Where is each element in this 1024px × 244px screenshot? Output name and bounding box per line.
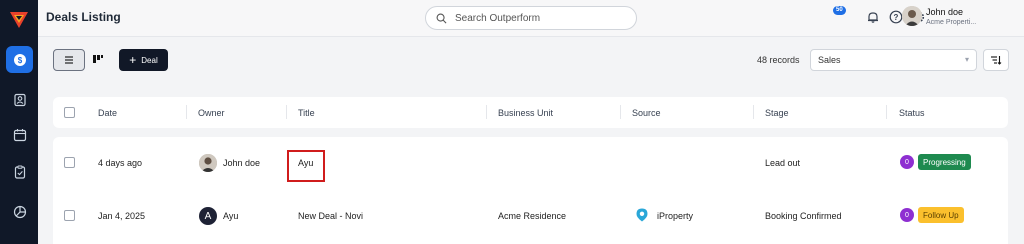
contacts-icon (13, 93, 26, 106)
bell-icon (868, 12, 878, 23)
column-divider (753, 105, 754, 119)
owner-avatar-image (199, 154, 217, 172)
column-divider (286, 105, 287, 119)
column-divider (186, 105, 187, 119)
column-divider (620, 105, 621, 119)
row-date: Jan 4, 2025 (98, 211, 146, 221)
filter-icon (991, 56, 1002, 65)
row-stage: Lead out (765, 158, 801, 168)
column-header-stage[interactable]: Stage (765, 108, 789, 118)
svg-text:$: $ (17, 56, 22, 65)
owner-avatar (199, 154, 217, 172)
plus-icon: + (129, 53, 137, 67)
status-badge[interactable]: Follow Up (918, 207, 964, 223)
row-source: iProperty (657, 211, 694, 221)
select-all-checkbox[interactable] (64, 107, 75, 118)
user-avatar[interactable] (902, 6, 922, 26)
column-filter-button[interactable] (983, 49, 1009, 71)
search-icon (436, 13, 447, 23)
notification-button[interactable] (866, 10, 880, 24)
activity-count-badge: 0 (900, 155, 914, 169)
calendar-icon (13, 128, 26, 141)
column-divider (886, 105, 887, 119)
owner-avatar: A (199, 207, 217, 225)
column-header-status[interactable]: Status (899, 108, 925, 118)
records-count: 48 records (757, 55, 800, 65)
sidebar-item-tasks[interactable] (6, 158, 33, 185)
add-deal-label: Deal (141, 55, 158, 65)
clipboard-icon (14, 165, 25, 179)
user-avatar-image (902, 6, 922, 26)
list-view-button[interactable] (53, 49, 85, 71)
row-stage: Booking Confirmed (765, 211, 842, 221)
search-box[interactable] (425, 6, 637, 30)
user-company: Acme Properti... (926, 19, 977, 26)
sidebar-item-reports[interactable] (6, 198, 33, 225)
row-owner[interactable]: John doe (223, 158, 260, 168)
sidebar-item-deals[interactable]: $ (6, 46, 33, 73)
dollar-icon: $ (13, 53, 26, 66)
column-header-owner[interactable]: Owner (198, 108, 225, 118)
help-button[interactable]: ? (889, 10, 903, 24)
kanban-icon (93, 55, 103, 63)
sidebar: $ (0, 0, 38, 244)
column-header-title[interactable]: Title (298, 108, 315, 118)
highlight-box (287, 150, 325, 182)
table-header: Date Owner Title Business Unit Source St… (53, 97, 1008, 128)
add-deal-button[interactable]: + Deal (119, 49, 168, 71)
table-body: 4 days ago John doe Ayu Lead out 0 Progr… (53, 137, 1008, 244)
column-header-date[interactable]: Date (98, 108, 117, 118)
column-header-source[interactable]: Source (632, 108, 661, 118)
row-business-unit: Acme Residence (498, 211, 567, 221)
page-title: Deals Listing (46, 10, 121, 24)
activity-count-badge: 0 (900, 208, 914, 222)
svg-text:?: ? (894, 13, 899, 22)
chevron-down-icon: ▾ (964, 55, 969, 64)
iproperty-icon (636, 208, 648, 222)
column-header-business-unit[interactable]: Business Unit (498, 108, 553, 118)
notification-badge: 50 (833, 6, 846, 15)
row-checkbox[interactable] (64, 210, 75, 221)
row-title[interactable]: New Deal - Novi (298, 211, 363, 221)
list-icon (65, 56, 73, 64)
search-input[interactable] (455, 12, 615, 24)
pie-chart-icon (13, 205, 26, 218)
help-icon: ? (889, 10, 903, 24)
app-logo[interactable] (9, 10, 29, 30)
kanban-view-button[interactable] (91, 52, 105, 66)
pipeline-select[interactable]: Sales ▾ (810, 49, 977, 71)
user-name[interactable]: John doe (926, 7, 963, 17)
sidebar-item-calendar[interactable] (6, 121, 33, 148)
row-owner[interactable]: Ayu (223, 211, 238, 221)
row-checkbox[interactable] (64, 157, 75, 168)
column-divider (486, 105, 487, 119)
sidebar-item-contacts[interactable] (6, 86, 33, 113)
row-date: 4 days ago (98, 158, 143, 168)
pipeline-select-value: Sales (818, 55, 841, 65)
status-badge[interactable]: Progressing (918, 154, 971, 170)
